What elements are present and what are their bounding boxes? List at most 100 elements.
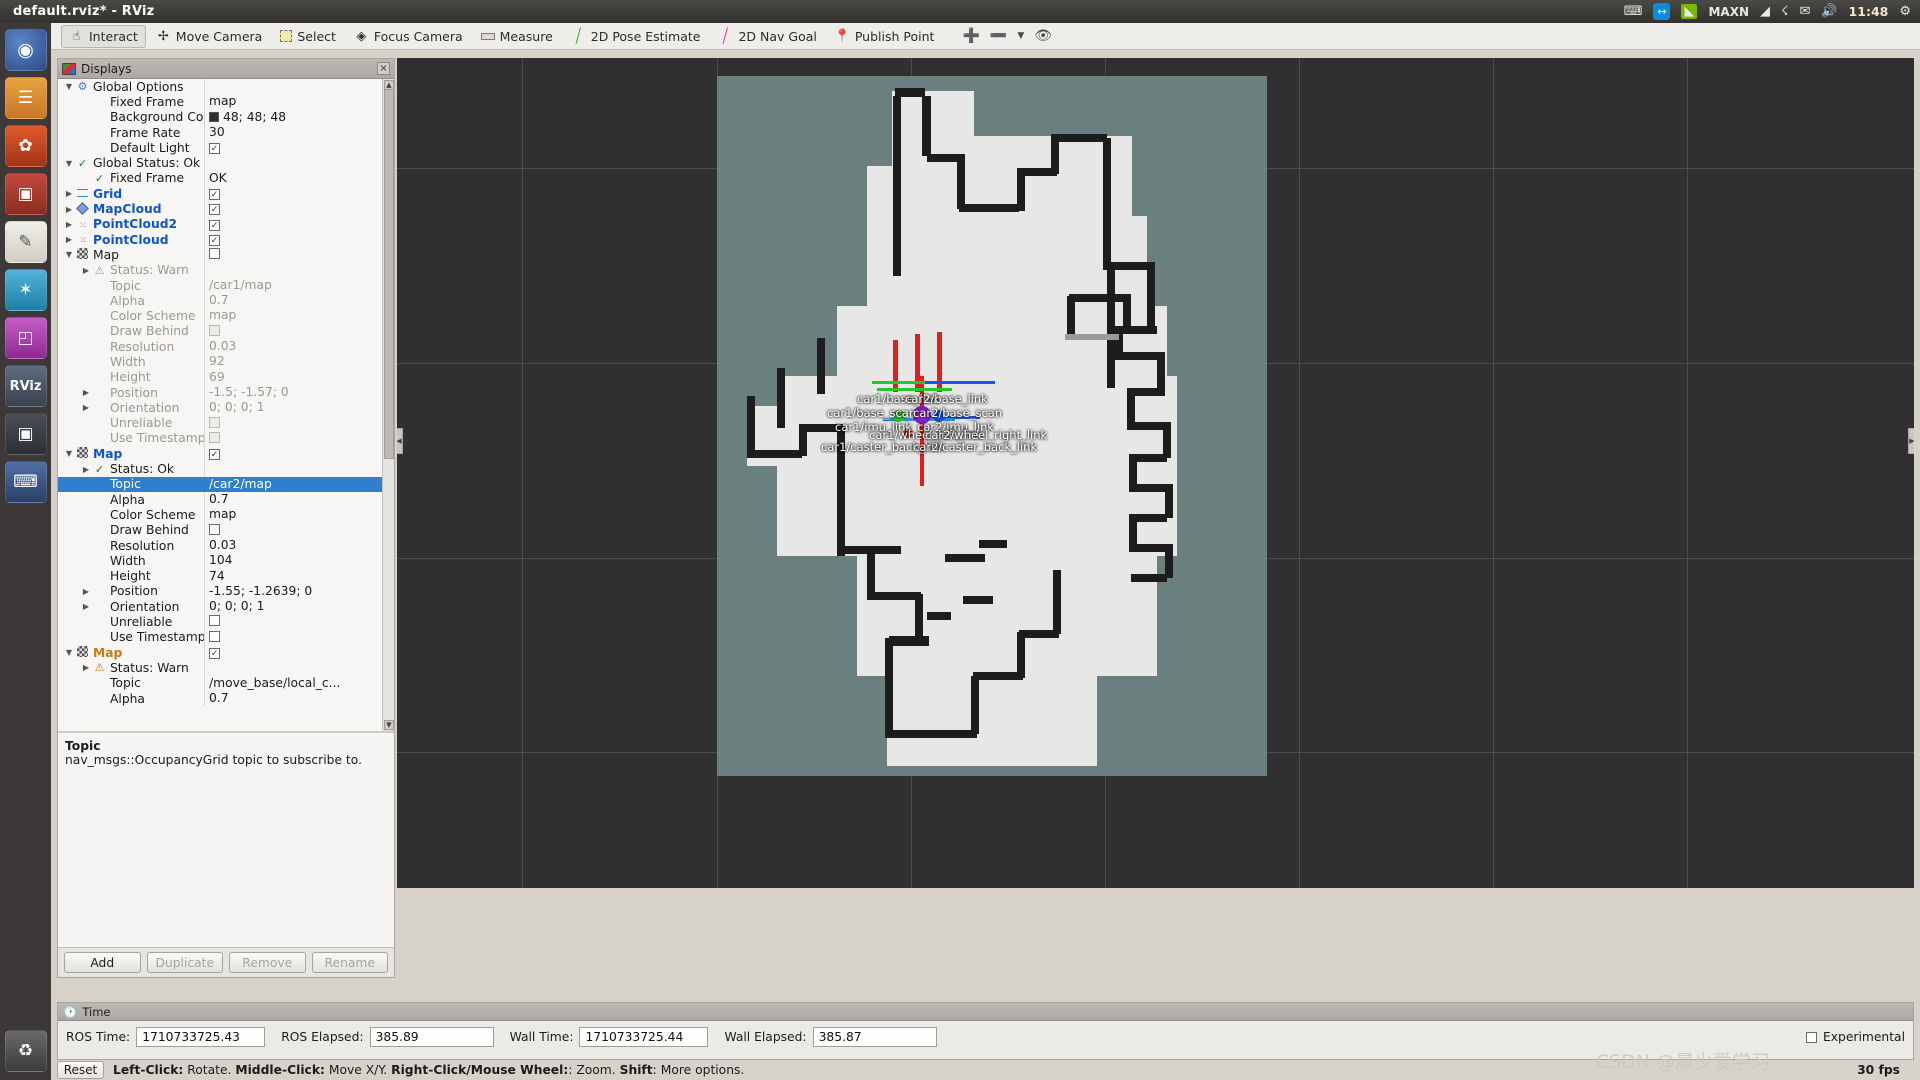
- display-row-value[interactable]: ✓: [204, 186, 394, 202]
- display-row-value[interactable]: 0; 0; 0; 1: [204, 599, 394, 615]
- camera-icon[interactable]: ▣: [4, 413, 47, 455]
- volume-icon[interactable]: 🔊: [1821, 5, 1837, 18]
- display-row-value[interactable]: [204, 415, 394, 431]
- display-row[interactable]: Grid ✓: [58, 186, 394, 202]
- displays-tree[interactable]: ⚙Global OptionsFixed FramemapBackground …: [58, 79, 394, 707]
- files-icon[interactable]: ☰: [4, 77, 47, 119]
- display-row-value[interactable]: [204, 614, 394, 630]
- wall-elapsed-field[interactable]: 385.87: [812, 1027, 937, 1047]
- tool-2d-nav-goal[interactable]: ╱ 2D Nav Goal: [710, 25, 824, 48]
- display-row[interactable]: Topic/car2/map: [58, 476, 394, 493]
- tree-expander[interactable]: [80, 403, 92, 412]
- display-row[interactable]: Use Timestamp: [58, 629, 394, 645]
- display-row-value[interactable]: 104: [204, 553, 394, 569]
- display-row-value[interactable]: /move_base/local_c...: [204, 675, 394, 691]
- terminal-icon[interactable]: ⌨: [4, 461, 47, 503]
- display-row[interactable]: Color Scheme map: [58, 308, 394, 324]
- display-row-value[interactable]: ✓: [204, 231, 394, 248]
- display-row-value[interactable]: 0.7: [204, 690, 394, 707]
- display-row-value[interactable]: ✓: [204, 644, 394, 661]
- ros-elapsed-field[interactable]: 385.89: [369, 1027, 494, 1047]
- display-row[interactable]: ⚠ Status: Warn: [58, 660, 394, 676]
- display-row-value[interactable]: ✓: [204, 216, 394, 232]
- tree-expander[interactable]: [80, 465, 92, 474]
- row-checkbox[interactable]: [209, 615, 220, 627]
- rename-button[interactable]: Rename: [311, 952, 388, 973]
- add-tool-icon[interactable]: ➕: [958, 28, 983, 44]
- display-row[interactable]: Orientation 0; 0; 0; 1: [58, 400, 394, 416]
- tree-expander[interactable]: [63, 449, 75, 458]
- display-row[interactable]: ✓ Global Status: Ok: [58, 155, 394, 171]
- display-row[interactable]: Frame Rate 30: [58, 124, 394, 141]
- display-row[interactable]: ⁙ PointCloud2 ✓: [58, 216, 394, 232]
- row-checkbox[interactable]: [209, 431, 220, 443]
- display-row[interactable]: ✓ Status: Ok: [58, 461, 394, 477]
- tree-expander[interactable]: [80, 587, 92, 596]
- display-row[interactable]: Unreliable: [58, 415, 394, 431]
- display-row-value[interactable]: 48; 48; 48: [204, 109, 394, 125]
- display-row[interactable]: ✓ Fixed Frame OK: [58, 170, 394, 187]
- row-checkbox[interactable]: ✓: [209, 449, 220, 461]
- display-row-value[interactable]: 30: [204, 124, 394, 141]
- display-row-value[interactable]: [204, 79, 394, 95]
- display-row[interactable]: Background Color48; 48; 48: [58, 109, 394, 125]
- tree-expander[interactable]: [63, 189, 75, 198]
- display-row-value[interactable]: /car2/map: [204, 476, 394, 493]
- nvidia-icon[interactable]: ◣: [1681, 4, 1698, 19]
- display-row[interactable]: Alpha 0.7: [58, 492, 394, 508]
- tree-expander[interactable]: [63, 250, 75, 259]
- display-row-value[interactable]: [204, 629, 394, 645]
- rviz-icon[interactable]: RViz: [4, 365, 47, 407]
- display-row[interactable]: Color Scheme map: [58, 507, 394, 523]
- tree-expander[interactable]: [80, 663, 92, 672]
- row-checkbox[interactable]: ✓: [209, 143, 220, 155]
- right-panel-collapse-handle[interactable]: ▶: [1908, 428, 1914, 454]
- row-checkbox[interactable]: ✓: [209, 219, 220, 231]
- tree-expander[interactable]: [80, 602, 92, 611]
- display-row-value[interactable]: 69: [204, 369, 394, 385]
- teamviewer-icon[interactable]: ↔: [1653, 3, 1671, 20]
- display-row[interactable]: Unreliable: [58, 614, 394, 630]
- tree-expander[interactable]: [63, 205, 75, 214]
- tool-2d-pose-estimate[interactable]: ╱ 2D Pose Estimate: [563, 25, 709, 48]
- left-panel-collapse-handle[interactable]: ◀: [397, 428, 403, 454]
- trash-icon[interactable]: ♻: [4, 1030, 47, 1072]
- tool-interact[interactable]: ☝ Interact: [61, 24, 146, 48]
- add-button[interactable]: Add: [64, 952, 141, 973]
- display-row[interactable]: Height 74: [58, 568, 394, 584]
- display-row[interactable]: Position -1.55; -1.2639; 0: [58, 583, 394, 600]
- display-row[interactable]: Topic/move_base/local_c...: [58, 675, 394, 691]
- display-row-value[interactable]: map: [204, 507, 394, 523]
- display-row-value[interactable]: [204, 323, 394, 340]
- close-icon[interactable]: ×: [377, 62, 390, 75]
- display-row-value[interactable]: 92: [204, 354, 394, 370]
- 3d-render-view[interactable]: car1/base_link car2/base_link car1/base_…: [397, 58, 1914, 888]
- eye-icon[interactable]: 👁: [1030, 28, 1056, 44]
- experimental-toggle[interactable]: Experimental: [1805, 1030, 1905, 1044]
- display-row-value[interactable]: 74: [204, 568, 394, 584]
- remove-tool-icon[interactable]: ➖: [986, 28, 1011, 44]
- row-checkbox[interactable]: [209, 630, 220, 642]
- display-row-value[interactable]: 0.03: [204, 537, 394, 554]
- display-row[interactable]: Width 92: [58, 354, 394, 370]
- display-row[interactable]: Resolution 0.03: [58, 339, 394, 355]
- dash-icon[interactable]: ◉: [4, 29, 47, 71]
- remove-button[interactable]: Remove: [229, 952, 306, 973]
- tree-expander[interactable]: [80, 388, 92, 397]
- display-row-value[interactable]: -1.5; -1.57; 0: [204, 384, 394, 401]
- tool-measure[interactable]: Measure: [473, 25, 561, 48]
- row-checkbox[interactable]: ✓: [209, 204, 220, 216]
- display-row[interactable]: Alpha 0.7: [58, 690, 394, 707]
- display-row[interactable]: Default Light ✓: [58, 140, 394, 156]
- text-editor-icon[interactable]: ✎: [4, 221, 47, 263]
- display-row[interactable]: Height 69: [58, 369, 394, 385]
- tool-select[interactable]: Select: [272, 25, 344, 48]
- tree-expander[interactable]: [63, 82, 75, 91]
- wifi-icon[interactable]: ◢: [1760, 5, 1770, 18]
- display-row-value[interactable]: [204, 262, 394, 278]
- row-checkbox[interactable]: ✓: [209, 647, 220, 659]
- display-row[interactable]: Width 104: [58, 553, 394, 569]
- display-row-value[interactable]: [204, 247, 394, 263]
- tree-expander[interactable]: [63, 220, 75, 229]
- display-row[interactable]: Topic/car1/map: [58, 277, 394, 294]
